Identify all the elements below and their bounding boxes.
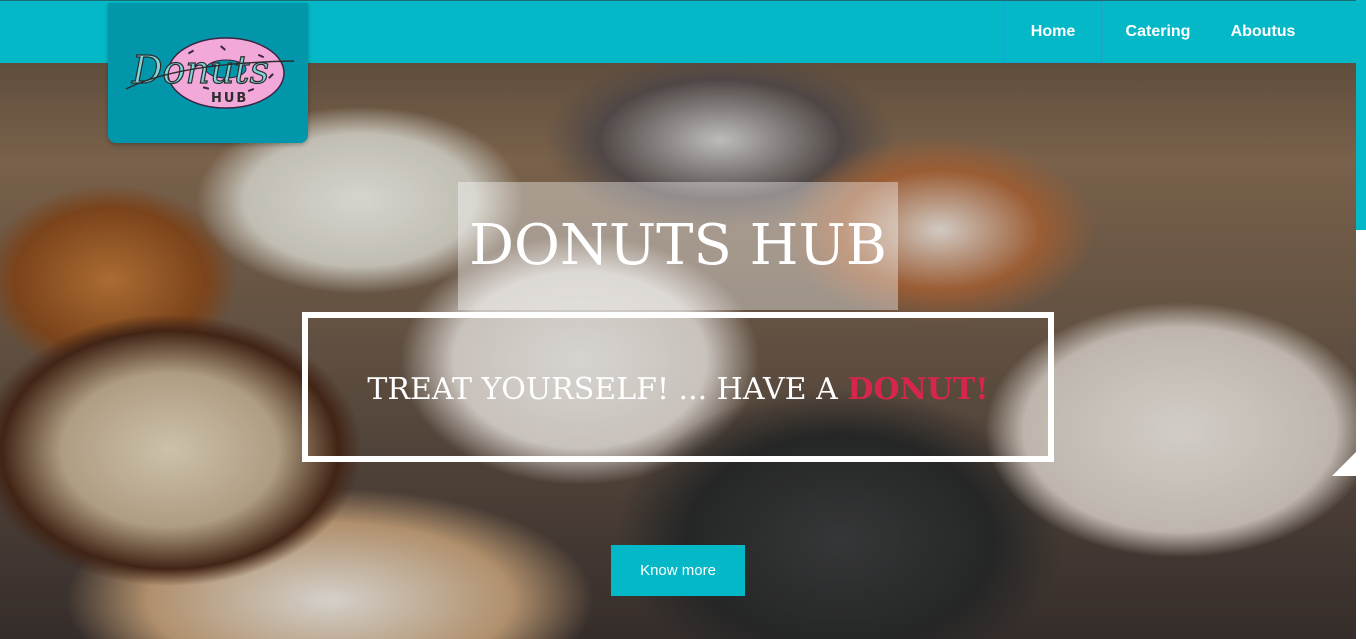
- logo-sub-text: HUB: [211, 91, 248, 106]
- nav-item-aboutus[interactable]: Aboutus: [1218, 1, 1308, 63]
- scrollbar-thumb[interactable]: [1356, 0, 1366, 230]
- logo-script-text: Donuts: [131, 48, 269, 92]
- donut-logo-icon: Donuts HUB: [125, 37, 295, 109]
- tagline-text: TREAT YOURSELF! ... HAVE A: [367, 372, 848, 407]
- corner-notch: [1332, 452, 1356, 476]
- know-more-button[interactable]: Know more: [611, 545, 745, 596]
- hero-tagline: TREAT YOURSELF! ... HAVE A DONUT!: [308, 368, 1048, 412]
- logo[interactable]: Donuts HUB: [108, 3, 308, 143]
- hero-title-box: DONUTS HUB: [458, 182, 898, 310]
- tagline-box: TREAT YOURSELF! ... HAVE A DONUT!: [302, 312, 1054, 462]
- hero-title: DONUTS HUB: [469, 213, 887, 278]
- nav-item-catering[interactable]: Catering: [1110, 1, 1206, 63]
- tagline-accent: DONUT!: [847, 372, 989, 407]
- nav-item-home[interactable]: Home: [1003, 1, 1103, 63]
- scrollbar[interactable]: [1356, 0, 1366, 639]
